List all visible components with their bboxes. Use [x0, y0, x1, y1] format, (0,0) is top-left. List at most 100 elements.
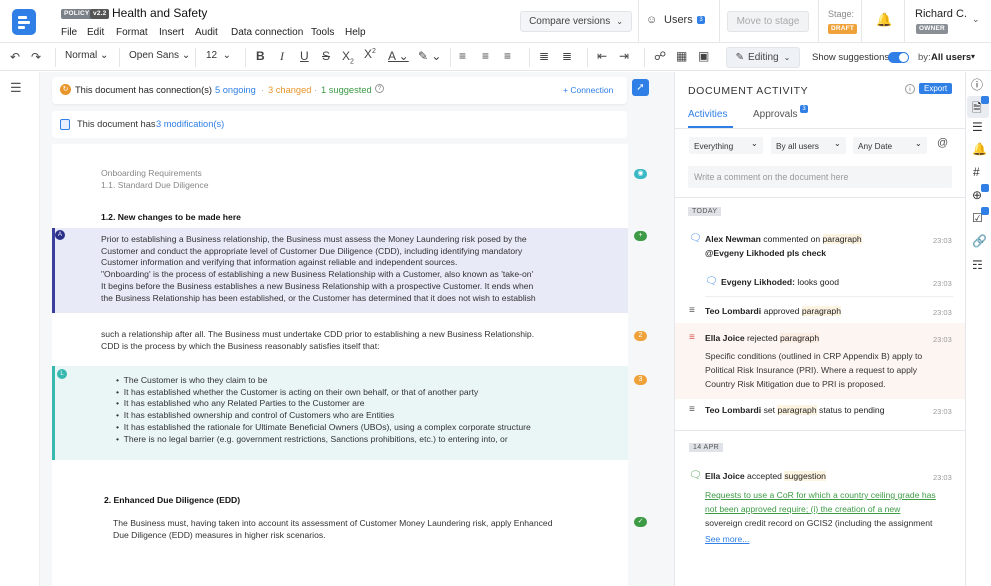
- tab-activities[interactable]: Activities: [688, 109, 727, 120]
- modifications-link[interactable]: 3 modification(s): [156, 119, 224, 129]
- see-more-link[interactable]: See more...: [705, 534, 749, 544]
- compare-versions-button[interactable]: Compare versions ⌄: [520, 11, 632, 32]
- editing-mode-button[interactable]: ✎ Editing ⌄: [726, 47, 800, 68]
- bullet-list[interactable]: • The Customer is who they claim to be •…: [116, 375, 531, 445]
- ongoing-link[interactable]: 5 ongoing: [215, 85, 256, 95]
- date-divider-today: TODAY: [688, 207, 722, 216]
- paragraph-3[interactable]: The Business must, having taken into acc…: [113, 518, 552, 541]
- policy-badge: POLICY: [61, 9, 93, 19]
- bell-icon[interactable]: 🔔: [876, 12, 892, 28]
- user-menu-chevron-icon[interactable]: ⌄: [972, 14, 980, 25]
- show-suggestions-label: Show suggestions: [812, 52, 890, 63]
- text-color-icon[interactable]: A ⌄: [388, 49, 409, 63]
- menu-audit[interactable]: Audit: [195, 27, 218, 38]
- document-icon: [60, 119, 70, 130]
- superscript-icon[interactable]: X2: [364, 47, 376, 61]
- underline-icon[interactable]: U: [300, 49, 309, 63]
- filter-date-select[interactable]: Any Date ⌄: [853, 137, 927, 154]
- filter-type-select[interactable]: Everything ⌄: [689, 137, 763, 154]
- menu-tools[interactable]: Tools: [311, 27, 334, 38]
- menu-format[interactable]: Format: [116, 27, 148, 38]
- change-count-marker-2[interactable]: 3: [634, 375, 647, 385]
- table-icon[interactable]: ▦: [676, 49, 687, 63]
- document-title[interactable]: Health and Safety: [112, 6, 207, 20]
- menu-help[interactable]: Help: [345, 27, 366, 38]
- filter-user-select[interactable]: By all users ⌄: [771, 137, 846, 154]
- activity-4[interactable]: Teo Lombardi set paragraph status to pen…: [705, 405, 884, 415]
- image-icon[interactable]: ▣: [698, 49, 709, 63]
- heading-2[interactable]: 2. Enhanced Due Diligence (EDD): [104, 495, 240, 507]
- font-select[interactable]: Open Sans ⌄: [129, 50, 190, 61]
- change-count-marker[interactable]: 2: [634, 331, 647, 341]
- indent-increase-icon[interactable]: ⇥: [619, 49, 629, 63]
- outline-toggle-icon[interactable]: ☰: [10, 80, 22, 96]
- tab-approvals[interactable]: Approvals: [753, 109, 797, 120]
- link-icon[interactable]: ☍: [654, 49, 666, 63]
- connections-text: This document has connection(s): [75, 85, 212, 95]
- align-left-icon[interactable]: ≡: [459, 49, 466, 63]
- paragraph-style-select[interactable]: Normal ⌄: [65, 50, 108, 61]
- menu-file[interactable]: File: [61, 27, 77, 38]
- chevron-down-icon[interactable]: ▾: [971, 52, 975, 61]
- bold-icon[interactable]: B: [256, 49, 265, 63]
- activity-1[interactable]: Alex Newman commented on paragraph: [705, 234, 862, 244]
- stage-badge: DRAFT: [828, 24, 858, 34]
- notification-icon[interactable]: 🔔: [972, 142, 987, 156]
- comment-input[interactable]: Write a comment on the document here: [688, 166, 952, 188]
- info-icon[interactable]: i: [905, 84, 915, 94]
- add-marker-icon[interactable]: +: [634, 231, 647, 241]
- info-rail-icon[interactable]: ⓘ: [971, 76, 983, 93]
- activity-1-reply[interactable]: Evgeny Likhoded: looks good: [721, 277, 839, 287]
- font-value: Open Sans: [129, 50, 180, 61]
- reply-comment-icon: 🗨: [705, 276, 718, 287]
- left-gutter: [0, 72, 40, 586]
- undo-icon[interactable]: ↶: [10, 50, 20, 64]
- indent-decrease-icon[interactable]: ⇤: [597, 49, 607, 63]
- users-button[interactable]: Users: [664, 14, 693, 26]
- paragraph-2[interactable]: such a relationship after all. The Busin…: [101, 329, 534, 352]
- by-users-select[interactable]: All users: [931, 52, 971, 63]
- user-role-badge: OWNER: [916, 24, 948, 34]
- export-button[interactable]: Export: [919, 83, 953, 94]
- activity-3[interactable]: Ella Joice rejected paragraph: [705, 333, 820, 343]
- view-marker-icon[interactable]: ◉: [634, 169, 647, 179]
- suggested-link[interactable]: 1 suggested: [321, 85, 372, 95]
- version-badge: v2.2: [90, 9, 110, 19]
- heading-1-2[interactable]: 1.2. New changes to be made here: [101, 212, 241, 224]
- hashtag-icon[interactable]: #: [973, 165, 980, 179]
- outline-icon[interactable]: ☰: [972, 120, 983, 134]
- align-center-icon[interactable]: ≡: [482, 49, 489, 63]
- highlight-icon[interactable]: ✎ ⌄: [418, 49, 441, 63]
- activity-3-time: 23:03: [933, 335, 952, 344]
- activity-5-time: 23:03: [933, 473, 952, 482]
- changed-link[interactable]: 3 changed: [268, 85, 311, 95]
- search-icon[interactable]: ☶: [972, 258, 983, 272]
- numbered-list-icon[interactable]: ≣: [539, 49, 549, 63]
- menu-insert[interactable]: Insert: [159, 27, 184, 38]
- activity-5[interactable]: Ella Joice accepted suggestion: [705, 471, 826, 481]
- add-connection-button[interactable]: + Connection: [563, 85, 613, 95]
- link-rail-icon[interactable]: 🔗: [972, 234, 987, 248]
- pin-icon[interactable]: ➚: [632, 79, 649, 96]
- redo-icon[interactable]: ↷: [31, 50, 41, 64]
- align-right-icon[interactable]: ≡: [504, 49, 511, 63]
- move-to-stage-label: Move to stage: [736, 16, 800, 27]
- approved-check-icon[interactable]: ✓: [634, 517, 647, 527]
- activity-2[interactable]: Teo Lombardi approved paragraph: [705, 306, 841, 316]
- menu-data-connection[interactable]: Data connection: [231, 27, 303, 38]
- user-name[interactable]: Richard C.: [915, 8, 967, 20]
- app-logo[interactable]: [12, 9, 36, 35]
- font-size-select[interactable]: 12 ⌄: [206, 50, 231, 61]
- move-to-stage-button[interactable]: Move to stage: [727, 11, 809, 32]
- mention-icon[interactable]: @: [937, 137, 948, 149]
- subscript-icon[interactable]: X2: [342, 49, 354, 65]
- user-icon: ☺: [646, 14, 658, 26]
- show-suggestions-toggle[interactable]: [888, 52, 909, 63]
- bullet-list-icon[interactable]: ≣: [562, 49, 572, 63]
- strikethrough-icon[interactable]: S: [322, 49, 330, 63]
- rail-badge-tasks: [981, 207, 989, 215]
- paragraph-1[interactable]: Prior to establishing a Business relatio…: [101, 234, 536, 304]
- help-icon[interactable]: ?: [375, 84, 384, 93]
- italic-icon[interactable]: I: [280, 49, 284, 64]
- menu-edit[interactable]: Edit: [87, 27, 104, 38]
